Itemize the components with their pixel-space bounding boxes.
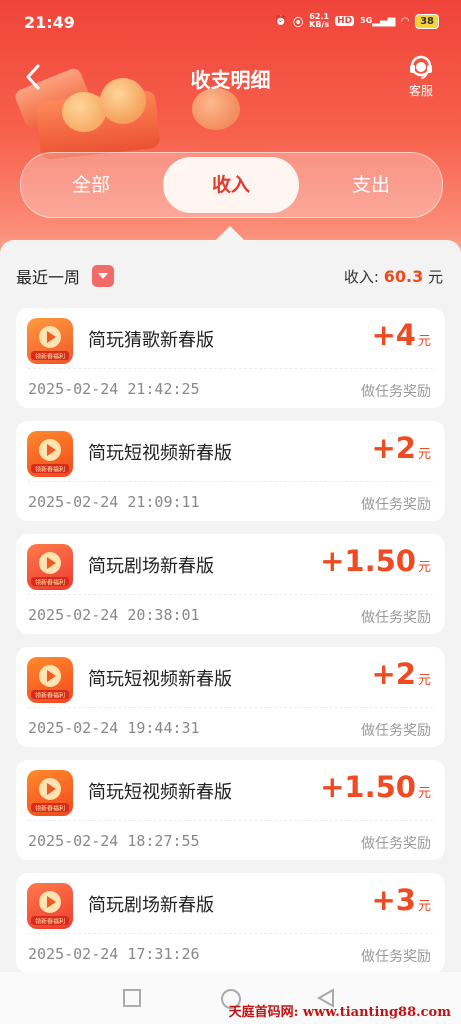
video-app-icon: 领新春福利 <box>27 770 73 816</box>
amount-value: +2 <box>371 657 416 691</box>
divider <box>28 820 433 821</box>
income-record-card[interactable]: 领新春福利 简玩猜歌新春版 +4 元 2025-02-24 21:42:25 做任务奖励 <box>16 308 445 408</box>
customer-service-button[interactable]: 客服 <box>401 54 441 99</box>
divider <box>28 368 433 369</box>
tab-income[interactable]: 收入 <box>163 157 299 213</box>
tab-expense[interactable]: 支出 <box>301 153 441 217</box>
app-name: 简玩猜歌新春版 <box>88 330 214 351</box>
alarm-icon: ⏰ <box>274 15 288 27</box>
divider <box>28 707 433 708</box>
income-record-card[interactable]: 领新春福利 简玩剧场新春版 +1.50 元 2025-02-24 20:38:01 做任务… <box>16 534 445 634</box>
app-name: 简玩剧场新春版 <box>88 895 214 916</box>
app-icon-caption: 领新春福利 <box>35 353 65 361</box>
app-icon-caption: 领新春福利 <box>35 918 65 926</box>
record-reason: 做任务奖励 <box>361 723 431 739</box>
dropdown-icon[interactable] <box>92 265 115 287</box>
service-label: 客服 <box>408 84 433 98</box>
app-icon-caption: 领新春福利 <box>35 466 65 474</box>
app-icon-caption: 领新春福利 <box>35 579 65 587</box>
video-app-icon: 领新春福利 <box>27 431 73 477</box>
tab-bar: 全部 收入 支出 <box>20 152 443 218</box>
system-nav-bar: 天庭首码网: www.tianting88.com <box>0 972 461 1024</box>
divider <box>28 481 433 482</box>
hd-badge: HD <box>335 16 355 26</box>
record-date: 2025-02-24 18:27:55 <box>28 832 200 850</box>
record-date: 2025-02-24 21:42:25 <box>28 380 200 398</box>
tab-all[interactable]: 全部 <box>21 153 161 217</box>
network-speed: 62.1 KB/s <box>309 12 330 29</box>
app-icon-caption: 领新春福利 <box>35 692 65 700</box>
record-reason: 做任务奖励 <box>361 384 431 400</box>
theater-app-icon: 领新春福利 <box>27 544 73 590</box>
amount: +1.50 元 <box>320 544 431 578</box>
record-reason: 做任务奖励 <box>361 836 431 852</box>
amount: +1.50 元 <box>320 770 431 804</box>
record-date: 2025-02-24 21:09:11 <box>28 493 200 511</box>
battery-indicator: 38 <box>415 13 439 29</box>
income-record-card[interactable]: 领新春福利 简玩短视频新春版 +2 元 2025-02-24 21:09:11 做任务奖励 <box>16 421 445 521</box>
status-time: 21:49 <box>24 13 75 32</box>
amount: +2 元 <box>372 657 432 691</box>
location-icon: ⦿ <box>293 17 304 29</box>
amount: +2 元 <box>372 431 432 465</box>
income-record-card[interactable]: 领新春福利 简玩短视频新春版 +2 元 2025-02-24 19:44:31 做任务奖励 <box>16 647 445 747</box>
theater-app-icon: 领新春福利 <box>27 883 73 929</box>
record-date: 2025-02-24 20:38:01 <box>28 606 200 624</box>
wifi-icon: ◠ <box>401 15 410 27</box>
record-date: 2025-02-24 17:31:26 <box>28 945 200 963</box>
income-summary: 收入: 60.3 元 <box>343 267 443 286</box>
amount-unit: 元 <box>417 899 431 914</box>
video-app-icon: 领新春福利 <box>27 657 73 703</box>
amount-unit: 元 <box>417 447 431 462</box>
coin-decoration <box>192 88 240 130</box>
amount-unit: 元 <box>417 334 431 349</box>
amount-unit: 元 <box>417 786 431 801</box>
watermark: 天庭首码网: www.tianting88.com <box>228 1005 451 1020</box>
headset-icon <box>410 55 432 79</box>
income-record-card[interactable]: 领新春福利 简玩短视频新春版 +1.50 元 2025-02-24 18:27:55 做任… <box>16 760 445 860</box>
divider <box>28 594 433 595</box>
app-name: 简玩短视频新春版 <box>88 443 232 464</box>
amount-value: +1.50 <box>320 544 416 578</box>
recent-apps-button[interactable] <box>122 988 142 1012</box>
record-reason: 做任务奖励 <box>361 949 431 965</box>
record-date: 2025-02-24 19:44:31 <box>28 719 200 737</box>
record-reason: 做任务奖励 <box>361 610 431 626</box>
signal-icon: 5G▂▄▆ <box>360 15 396 27</box>
income-record-card[interactable]: 领新春福利 简玩剧场新春版 +3 元 2025-02-24 17:31:26 做任务奖励 <box>16 873 445 973</box>
music-app-icon: 领新春福利 <box>27 318 73 364</box>
period-label: 最近一周 <box>16 268 81 287</box>
amount-unit: 元 <box>417 673 431 688</box>
income-total: 60.3 <box>383 267 424 286</box>
amount: +3 元 <box>372 883 432 917</box>
app-name: 简玩剧场新春版 <box>88 556 214 577</box>
record-reason: 做任务奖励 <box>361 497 431 513</box>
status-icons: ⏰ ⦿ 62.1 KB/s HD 5G▂▄▆ ◠ 38 <box>275 13 439 29</box>
divider <box>28 933 433 934</box>
records-panel: 最近一周 收入: 60.3 元 领新春福利 简玩猜歌新春版 +4 元 2025-02-2… <box>0 225 461 973</box>
app-name: 简玩短视频新春版 <box>88 782 232 803</box>
app-icon-caption: 领新春福利 <box>35 805 65 813</box>
amount-value: +4 <box>371 318 416 352</box>
amount-value: +2 <box>371 431 416 465</box>
period-filter[interactable]: 最近一周 <box>16 264 115 288</box>
status-bar: 21:49 ⏰ ⦿ 62.1 KB/s HD 5G▂▄▆ ◠ 38 <box>0 0 461 46</box>
amount-unit: 元 <box>417 560 431 575</box>
amount-value: +3 <box>371 883 416 917</box>
amount: +4 元 <box>372 318 432 352</box>
amount-value: +1.50 <box>320 770 416 804</box>
app-name: 简玩短视频新春版 <box>88 669 232 690</box>
page-title: 收支明细 <box>190 68 271 92</box>
